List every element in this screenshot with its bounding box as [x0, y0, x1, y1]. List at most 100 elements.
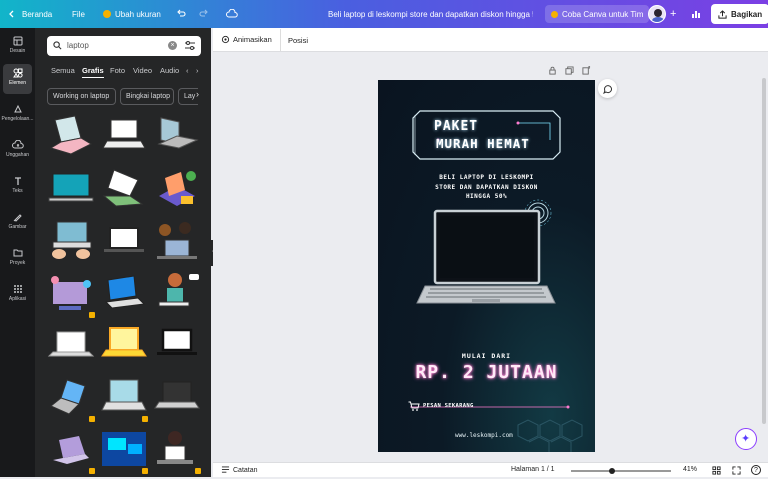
laptop-white-screen[interactable] [98, 218, 150, 266]
price-prefix[interactable]: MULAI DARI [378, 352, 595, 360]
laptop-isometric-grey[interactable] [45, 374, 97, 422]
suggestion-chip[interactable]: Lay [178, 88, 198, 105]
promo-title-line2[interactable]: MURAH HEMAT [436, 136, 530, 151]
laptop-neon-setup[interactable] [98, 426, 150, 474]
search-box[interactable]: laptop × [47, 36, 201, 56]
premium-crown-icon [142, 468, 148, 474]
avatar[interactable] [648, 0, 666, 28]
tabs-next-icon[interactable]: › [196, 66, 199, 75]
laptop-graphic-outline[interactable] [98, 114, 150, 162]
notes-icon [221, 466, 230, 473]
upload-icon [718, 9, 727, 19]
rail-label: Teks [12, 188, 23, 194]
vertical-scrollbar[interactable] [762, 78, 766, 424]
website-text[interactable]: www.leskompi.com [455, 432, 513, 439]
sparkle-icon: ✦ [741, 433, 751, 445]
cloud-check-icon [226, 9, 238, 18]
tab-photos[interactable]: Foto [110, 66, 125, 75]
price-text[interactable]: RP. 2 JUTAAN [378, 362, 595, 383]
redo-button[interactable] [199, 0, 209, 28]
rail-item-design[interactable]: Desain [0, 36, 35, 54]
tab-videos[interactable]: Video [133, 66, 152, 75]
animate-label: Animasikan [233, 35, 272, 44]
laptop-ui-illustration[interactable] [45, 270, 97, 318]
promo-title-line1[interactable]: PAKET [434, 119, 478, 134]
insights-button[interactable] [691, 0, 701, 28]
laptop-graphic-pink[interactable] [45, 114, 97, 162]
file-menu-button[interactable]: File [72, 0, 85, 28]
woman-with-laptop[interactable] [151, 270, 203, 318]
filter-icon[interactable] [185, 41, 195, 50]
help-icon[interactable]: ? [751, 465, 761, 475]
add-member-button[interactable]: + [670, 0, 676, 28]
laptop-dark-screen[interactable] [151, 374, 203, 422]
plus-icon: + [670, 8, 677, 20]
animate-button[interactable]: Animasikan [221, 35, 272, 44]
bar-chart-icon [692, 11, 700, 18]
comment-button[interactable] [598, 79, 617, 98]
man-with-laptop[interactable] [151, 426, 203, 474]
clear-search-icon[interactable]: × [168, 41, 177, 50]
lock-icon[interactable] [548, 66, 557, 75]
apps-icon [13, 285, 22, 293]
cart-icon [408, 401, 420, 411]
laptop-black-frame[interactable] [151, 322, 203, 370]
cloud-save-status[interactable] [226, 0, 238, 28]
laptop-lavender[interactable] [45, 426, 97, 474]
page-indicator[interactable]: Halaman 1 / 1 [511, 466, 555, 473]
zoom-slider-thumb[interactable] [609, 467, 615, 474]
grid-view-icon[interactable] [712, 466, 721, 475]
laptop-light-blue[interactable] [98, 374, 150, 422]
tabs-prev-icon[interactable]: ‹ [186, 66, 189, 75]
rail-item-apps[interactable]: Aplikasi [0, 284, 35, 302]
fullscreen-icon[interactable] [732, 466, 741, 475]
zoom-level[interactable]: 41% [683, 466, 697, 473]
suggestion-chip[interactable]: Working on laptop [47, 88, 116, 105]
laptop-yellow[interactable] [98, 322, 150, 370]
document-title-text: Beli laptop di leskompi store dan dapatk… [328, 9, 533, 19]
rail-item-uploads[interactable]: Unggahan [0, 140, 35, 158]
share-button[interactable]: Bagikan [711, 4, 768, 24]
suggestion-chip[interactable]: Bingkai laptop [120, 88, 174, 105]
divider [280, 29, 281, 51]
people-with-laptop[interactable] [151, 218, 203, 266]
tab-graphics[interactable]: Grafis [82, 66, 104, 78]
hands-typing-laptop[interactable] [45, 218, 97, 266]
laptop-isometric-illustration[interactable] [151, 166, 203, 214]
laptop-white-simple[interactable] [45, 322, 97, 370]
laptop-image[interactable] [416, 208, 556, 308]
search-icon [53, 41, 62, 50]
design-page[interactable]: PAKET MURAH HEMAT BELI LAPTOP DI LESKOMP… [378, 80, 595, 452]
notes-button[interactable]: Catatan [221, 466, 258, 474]
rail-label: Proyek [9, 260, 26, 266]
order-cta[interactable]: PESAN SEKARANG [408, 401, 474, 411]
rail-item-draw[interactable]: Gambar [0, 212, 35, 230]
resize-button[interactable]: Ubah ukuran [103, 0, 161, 28]
search-input[interactable]: laptop [67, 41, 89, 50]
laptop-graphic-grey[interactable] [151, 114, 203, 162]
tab-audio[interactable]: Audio [160, 66, 179, 75]
magic-assistant-button[interactable]: ✦ [735, 428, 757, 450]
home-button[interactable]: Beranda [8, 0, 52, 28]
add-page-icon[interactable] [582, 66, 591, 75]
rail-item-brand[interactable]: Pengelolaan... [0, 104, 35, 122]
try-canva-teams-button[interactable]: Coba Canva untuk Tim [545, 5, 650, 23]
chips-next-icon[interactable]: › [196, 89, 199, 99]
laptop-blue-screen[interactable] [98, 270, 150, 318]
redo-icon [199, 9, 208, 17]
document-title[interactable]: Beli laptop di leskompi store dan dapatk… [328, 0, 533, 28]
zoom-slider-track[interactable] [571, 467, 671, 474]
premium-crown-icon [89, 468, 95, 474]
rail-label: Aplikasi [8, 296, 27, 302]
rail-item-projects[interactable]: Proyek [0, 248, 35, 266]
laptop-graphic-green[interactable] [98, 166, 150, 214]
promo-description[interactable]: BELI LAPTOP DI LESKOMPI STORE DAN DAPATK… [378, 173, 595, 202]
rail-item-text[interactable]: Teks [0, 176, 35, 194]
duplicate-icon[interactable] [565, 66, 574, 75]
rail-item-elements[interactable]: Elemen [0, 64, 35, 94]
undo-button[interactable] [176, 0, 186, 28]
tab-all[interactable]: Semua [51, 66, 75, 75]
share-label: Bagikan [731, 9, 763, 19]
laptop-graphic-teal[interactable] [45, 166, 97, 214]
position-button[interactable]: Posisi [288, 36, 308, 45]
